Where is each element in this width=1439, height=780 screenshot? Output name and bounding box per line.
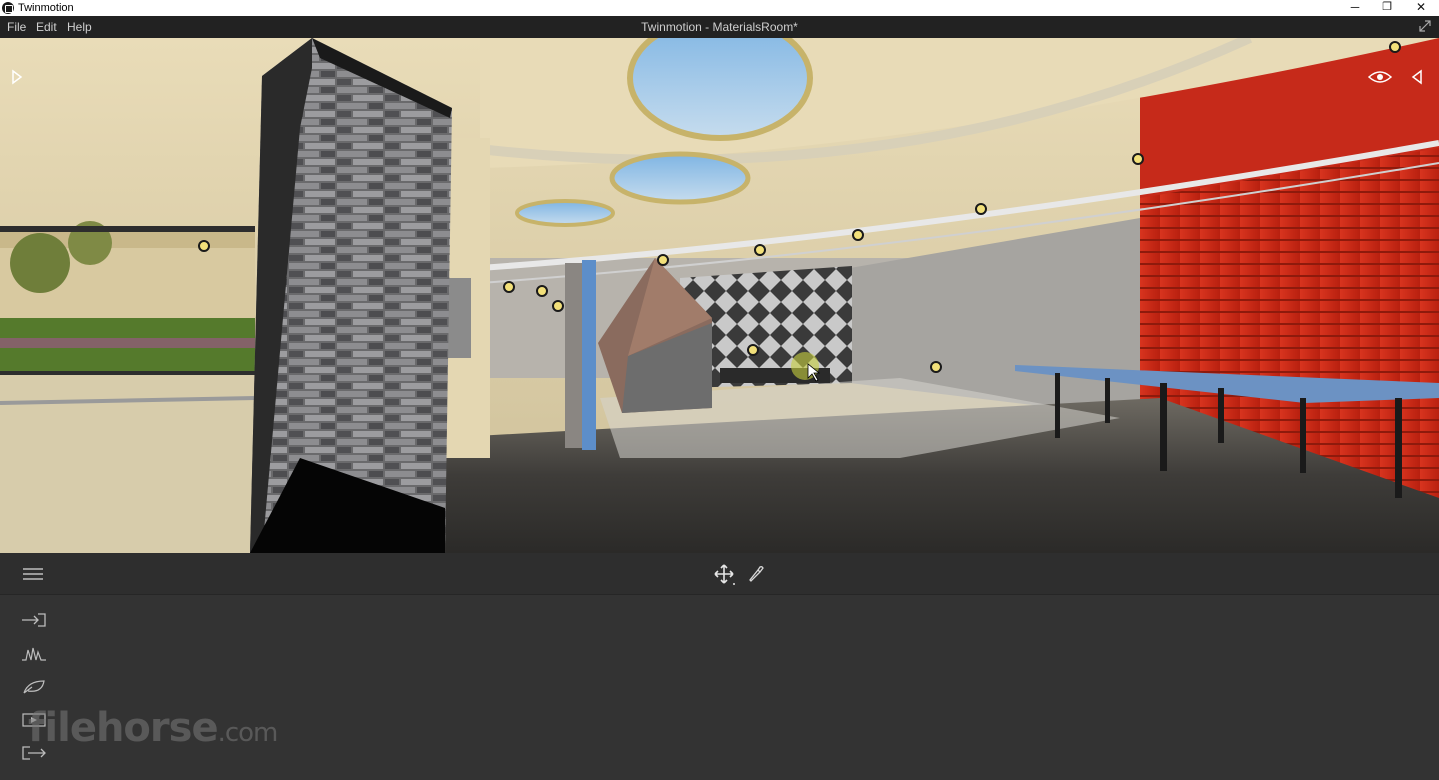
bottom-toolbar	[0, 553, 1439, 595]
eye-icon[interactable]	[1368, 69, 1392, 85]
menu-edit[interactable]: Edit	[36, 19, 57, 35]
os-titlebar: Twinmotion ─ ❐ ✕	[0, 0, 1439, 16]
close-button[interactable]: ✕	[1404, 0, 1438, 16]
os-window-title: Twinmotion	[18, 2, 74, 14]
menu-file[interactable]: File	[7, 19, 26, 35]
move-arrows-icon[interactable]	[712, 563, 738, 587]
leaf-icon[interactable]	[20, 677, 48, 697]
fullscreen-icon[interactable]	[1418, 19, 1432, 33]
minimize-button[interactable]: ─	[1338, 0, 1372, 16]
hamburger-icon[interactable]	[22, 566, 44, 582]
scene-render	[0, 38, 1439, 553]
watermark-suffix: .com	[217, 718, 279, 748]
eyedropper-icon[interactable]	[746, 564, 766, 584]
menu-bar: Twinmotion - MaterialsRoom* File Edit He…	[0, 16, 1439, 38]
import-icon[interactable]	[20, 610, 48, 630]
twinmotion-app-icon	[2, 2, 14, 14]
collapse-left-panel-icon[interactable]	[8, 68, 26, 86]
watermark: filehorse.com	[28, 705, 279, 751]
restore-button[interactable]: ❐	[1370, 0, 1404, 16]
bottom-panel: filehorse.com	[0, 595, 1439, 780]
settings-wave-icon[interactable]	[20, 644, 48, 664]
collapse-right-panel-icon[interactable]	[1408, 68, 1426, 86]
3d-viewport[interactable]	[0, 38, 1439, 553]
document-title: Twinmotion - MaterialsRoom*	[641, 20, 798, 34]
menu-help[interactable]: Help	[67, 19, 92, 35]
watermark-text: filehorse	[28, 705, 219, 751]
